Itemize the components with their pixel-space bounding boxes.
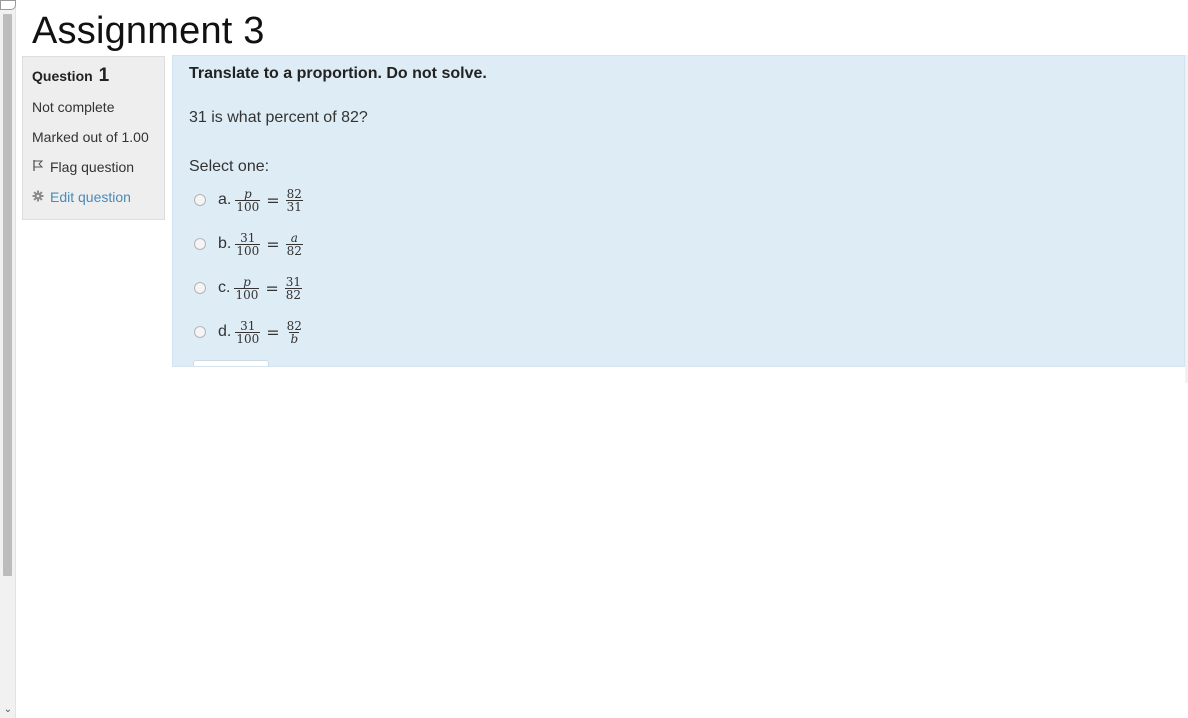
answer-option-c[interactable]: c. p 100 = 31 82 (194, 271, 303, 305)
radio-button[interactable] (194, 326, 206, 338)
question-number-value: 1 (98, 65, 110, 86)
answer-letter: c. (218, 279, 231, 296)
gear-icon (32, 189, 46, 205)
scrollbar-corner (0, 0, 16, 10)
fraction-right: a 82 (285, 230, 303, 258)
check-button[interactable] (193, 360, 269, 366)
chevron-down-icon[interactable]: ⌄ (2, 704, 14, 716)
denominator: 100 (235, 243, 261, 258)
radio-button[interactable] (194, 238, 206, 250)
select-one-prompt: Select one: (189, 158, 270, 175)
answer-letter: a. (218, 191, 232, 208)
numerator: p (243, 274, 251, 289)
radio-button[interactable] (194, 282, 206, 294)
flag-icon (32, 159, 46, 175)
equals-sign: = (266, 322, 280, 342)
numerator: 31 (240, 318, 256, 333)
equals-sign: = (266, 190, 280, 210)
equals-sign: = (265, 278, 279, 298)
numerator: p (243, 186, 252, 201)
denominator: 100 (234, 287, 260, 302)
page: ⌄ Assignment 3 Question 1 Not complete M… (0, 0, 1188, 718)
denominator: 31 (285, 199, 303, 214)
question-label: Question (32, 68, 93, 84)
question-state: Not complete (32, 99, 115, 115)
fraction-left: 31 100 (235, 230, 261, 258)
denominator: 82 (285, 243, 303, 258)
radio-button[interactable] (194, 194, 206, 206)
fraction-right: 82 b (286, 320, 303, 345)
question-instruction: Translate to a proportion. Do not solve. (189, 65, 487, 82)
answer-option-a[interactable]: a. p 100 = 82 31 (194, 183, 303, 217)
numerator: 31 (285, 274, 302, 289)
flag-question-button[interactable]: Flag question (32, 159, 164, 175)
scrollbar-thumb[interactable] (3, 14, 12, 576)
edit-question-link[interactable]: Edit question (32, 189, 164, 205)
answer-letter: d. (218, 323, 232, 340)
page-title: Assignment 3 (32, 10, 265, 52)
question-content: Translate to a proportion. Do not solve.… (172, 55, 1185, 367)
fraction-left: 31 100 (235, 318, 261, 346)
question-grade: Marked out of 1.00 (32, 129, 149, 145)
denominator: b (289, 331, 300, 346)
denominator: 82 (284, 287, 303, 302)
fraction-left: p 100 (235, 186, 261, 214)
question-text: 31 is what percent of 82? (189, 109, 368, 126)
denominator: 100 (235, 199, 261, 214)
flag-question-label: Flag question (50, 159, 135, 175)
question-number: Question 1 (32, 65, 164, 87)
answer-letter: b. (218, 235, 232, 252)
numerator: 82 (286, 318, 302, 333)
numerator: 31 (240, 230, 256, 245)
fraction-right: 31 82 (284, 274, 303, 302)
fraction-right: 82 31 (285, 186, 303, 214)
edit-question-label: Edit question (50, 189, 131, 205)
numerator: 82 (286, 186, 302, 201)
vertical-scrollbar[interactable]: ⌄ (0, 0, 16, 718)
answer-option-d[interactable]: d. 31 100 = 82 b (194, 315, 303, 349)
question-info: Question 1 Not complete Marked out of 1.… (22, 56, 165, 220)
denominator: 100 (235, 331, 261, 346)
answer-option-b[interactable]: b. 31 100 = a 82 (194, 227, 303, 261)
numerator: a (290, 230, 298, 245)
fraction-left: p 100 (234, 274, 260, 302)
equals-sign: = (266, 234, 280, 254)
